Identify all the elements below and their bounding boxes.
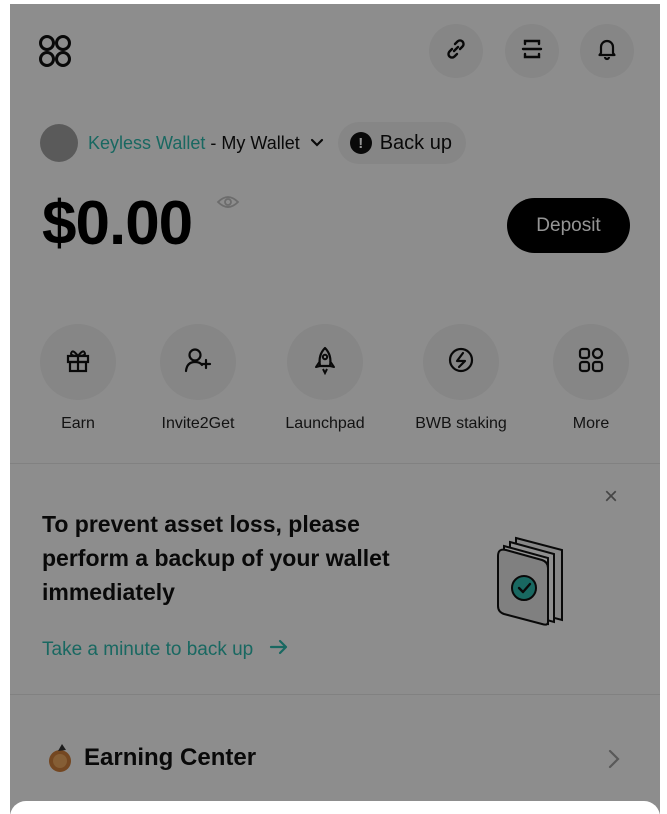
modal-overlay[interactable] (10, 4, 660, 814)
bottom-sheet[interactable] (10, 801, 660, 814)
wallet-home-screen: Keyless Wallet - My Wallet ! Back up $0.… (10, 4, 660, 814)
